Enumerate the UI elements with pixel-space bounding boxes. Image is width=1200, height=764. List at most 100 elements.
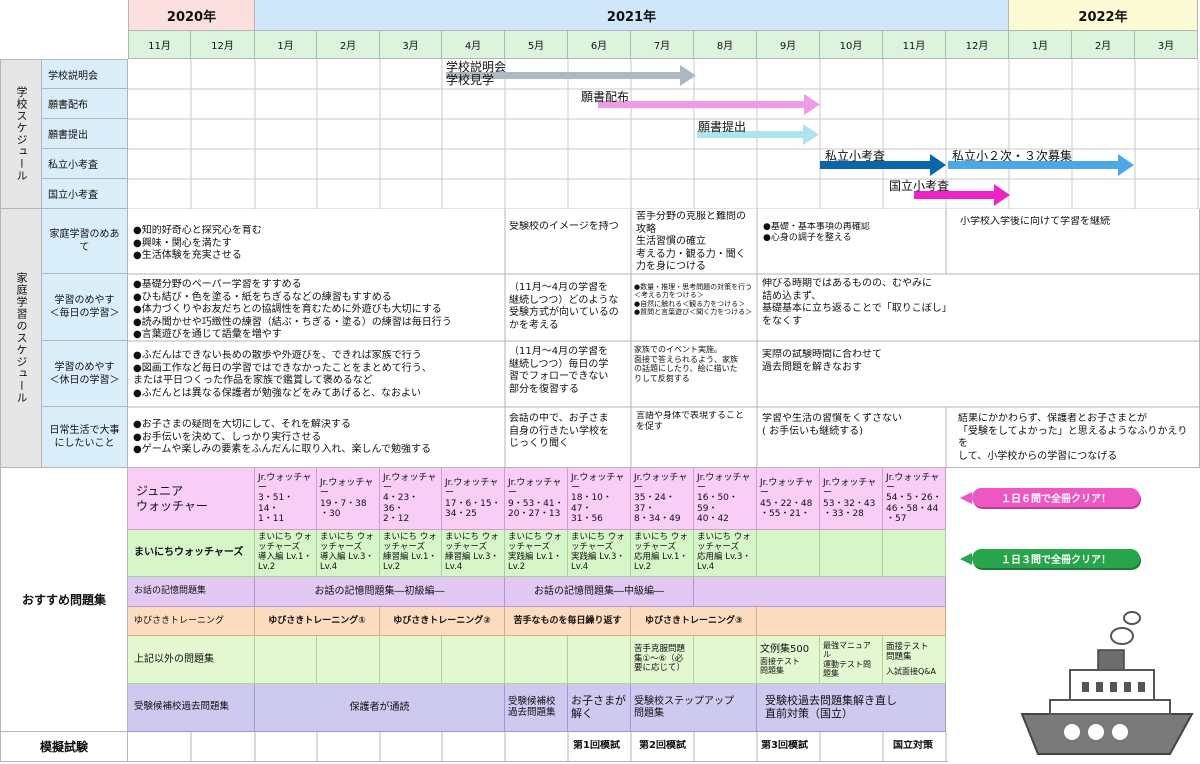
category-mock-exam: 模擬試験: [0, 732, 128, 762]
arrow-application-distribution: [598, 94, 820, 115]
other-books-interview-test-2: 面接テスト 問題集: [886, 642, 929, 662]
memory-books-empty: [694, 577, 946, 607]
junior-watcher-cell: Jr.ウォッチャー 19・7・38 ・30: [317, 468, 380, 530]
mainichi-watchers-empty: [883, 530, 946, 577]
other-books-phrase-collection: 文例集500: [760, 643, 810, 655]
daily-study-autumn: 伸びる時期ではあるものの、むやみに 詰め込まず、 基礎基本に立ち返ることで「取り…: [762, 278, 952, 327]
other-books-empty: [568, 636, 631, 684]
mock-grid-lines: [128, 732, 948, 762]
daily-study-early: ●基礎分野のペーパー学習をすすめる ●ひも結び・色を塗る・紙をちぎるなどの練習も…: [133, 279, 452, 340]
past-exam-child-solve: お子さまが 解く: [568, 684, 631, 732]
junior-watcher-label: ジュニア ウォッチャー: [128, 468, 255, 530]
row-label-daily-life: 日常生活で大事 にしたいこと: [42, 407, 128, 468]
mainichi-watchers-label: まいにちウォッチャーズ: [128, 530, 255, 577]
category-recommended-books-label: おすすめ問題集: [21, 593, 106, 607]
row-label-holiday-study: 学習のめやす ＜休日の学習＞: [42, 341, 128, 407]
junior-watcher-tip: １日６問で全冊クリア！: [960, 488, 1140, 507]
category-mock-exam-label: 模擬試験: [39, 740, 88, 754]
holiday-study-early: ●ふだんはできない長めの散歩や外遊びを、できれば家族で行う ●図画工作など毎日の…: [133, 350, 432, 399]
past-exam-candidate: 受験候補校 過去問題集: [505, 684, 568, 732]
arrow-label-national-exam: 国立小考査: [889, 179, 950, 193]
mock-exam-1: 第1回模試: [573, 740, 620, 751]
mainichi-watchers-tip: １日３問で全冊クリア！: [960, 549, 1140, 568]
arrow-label-school-briefing: 学校説明会 学校見学: [446, 60, 507, 88]
daily-life-early: ●お子さまの疑問を大切にして、それを解決する ●お手伝いを決めて、しっかり実行さ…: [133, 419, 432, 455]
mainichi-watchers-cell: まいにち ウォ ッチャーズ 導入編 Lv.1・ Lv.2: [255, 530, 317, 577]
other-books-interview-2: 面接テスト 問題集 入試面接Q&A: [883, 636, 946, 684]
mainichi-watchers-cell: まいにち ウォ ッチャーズ 練習編 Lv.3・ Lv.4: [442, 530, 505, 577]
mainichi-watchers-empty: [820, 530, 883, 577]
home-goals-after: 小学校入学後に向けて学習を継続: [960, 216, 1110, 227]
mock-exam-3: 第3回模試: [761, 740, 808, 751]
junior-watcher-cell: Jr.ウォッチャー 18・10・47・ 31・56: [568, 468, 631, 530]
other-books-empty: [255, 636, 317, 684]
category-recommended-books: おすすめ問題集: [0, 468, 128, 732]
mock-exam-2: 第2回模試: [639, 740, 686, 751]
other-books-empty: [317, 636, 380, 684]
home-goals-autumn: ●基礎・基本事項の再確認 ●心身の調子を整える: [763, 222, 870, 244]
past-exam-review: 受験校過去問題集解き直し 直前対策（国立）: [757, 684, 946, 732]
finger-training-1: ゆびさきトレーニング①: [255, 607, 380, 636]
schedule-grid: 2020年 2021年 2022年 11月 12月 1月 2月 3月 4月 5月…: [0, 0, 1200, 764]
other-books-empty: [442, 636, 505, 684]
daily-life-after: 結果にかかわらず、保護者とお子さまとが 「受験をしてよかった」と思えるようなふり…: [958, 413, 1188, 462]
mainichi-watchers-cell: まいにち ウォ ッチャーズ 実践編 Lv.3・ Lv.4: [568, 530, 631, 577]
other-books-empty: [505, 636, 568, 684]
memory-books-intermediate: お話の記憶問題集―中級編―: [505, 577, 694, 607]
memory-books-beginner: お話の記憶問題集―初級編―: [255, 577, 505, 607]
mainichi-watchers-empty: [757, 530, 820, 577]
finger-training-3: ゆびさきトレーニング③: [631, 607, 757, 636]
junior-watcher-cell: Jr.ウォッチャー 17・6・15・ 34・25: [442, 468, 505, 530]
row-label-daily-study: 学習のめやす ＜毎日の学習＞: [42, 274, 128, 341]
row-label-home-goals: 家庭学習のめあて: [42, 209, 128, 274]
junior-watcher-cell: Jr.ウォッチャー 45・22・48 ・55・21・: [757, 468, 820, 530]
home-goals-spring: 受験校のイメージを持つ: [509, 221, 619, 232]
finger-training-label: ゆびさきトレーニング: [128, 607, 255, 636]
arrow-label-application-distribution: 願書配布: [581, 90, 630, 104]
past-exam-label: 受験候補校過去問題集: [128, 684, 255, 732]
other-books-empty: [380, 636, 442, 684]
junior-watcher-cell: Jr.ウォッチャー 9・53・41・ 20・27・13: [505, 468, 568, 530]
memory-books-label: お話の記憶問題集: [128, 577, 255, 607]
junior-watcher-cell: Jr.ウォッチャー 3・51・14・ 1・11: [255, 468, 317, 530]
other-books-weakness: 苦手克服問題 集①～⑥（必 要に応じて）: [631, 636, 694, 684]
daily-life-spring: 会話の中で、お子さま 自身の行きたい学校を じっくり聞く: [509, 413, 609, 449]
daily-life-autumn: 学習や生活の習慣をくずさない ( お手伝いも継続する): [762, 413, 902, 437]
mainichi-watchers-tip-text: １日３問で全冊クリア！: [1001, 555, 1111, 566]
holiday-study-autumn: 実際の試験時間に合わせて 過去問題を解きなおす: [762, 349, 882, 373]
holiday-study-spring: （11月～4月の学習を 継続しつつ）毎日の学 習でフォローできない 部分を復習す…: [509, 346, 609, 395]
daily-study-spring: （11月～4月の学習を 継続しつつ）どのような 受験方式が向いているの かを考え…: [509, 282, 619, 331]
mock-exam-national: 国立対策: [893, 740, 933, 751]
other-books-manual: 最強マニュア ル 運動テスト問 題集: [820, 636, 883, 684]
junior-watcher-cell: Jr.ウォッチャー 16・50・59・ 40・42: [694, 468, 757, 530]
past-exam-parent-read: 保護者が通読: [255, 684, 505, 732]
finger-training-2: ゆびさきトレーニング②: [380, 607, 505, 636]
arrow-label-private-exam: 私立小考査: [825, 149, 886, 163]
junior-watcher-tip-text: １日６問で全冊クリア！: [1001, 494, 1111, 505]
other-books-interview: 文例集500 面接テスト 問題集: [757, 636, 820, 684]
other-books-empty: [694, 636, 757, 684]
arrow-label-application-submission: 願書提出: [698, 120, 747, 134]
daily-study-summer: ●数量・推理・思考問題の対策を行う ＜考える力をつける＞ ●自然に触れる＜観る力…: [634, 283, 753, 317]
finger-training-empty: [757, 607, 946, 636]
finger-training-repeat: 苦手なものを毎日繰り返す: [505, 607, 631, 636]
mainichi-watchers-cell: まいにち ウォ ッチャーズ 実践編 Lv.1・ Lv.2: [505, 530, 568, 577]
mainichi-watchers-cell: まいにち ウォ ッチャーズ 導入編 Lv.3・ Lv.4: [317, 530, 380, 577]
other-books-interview-test: 面接テスト 問題集: [760, 657, 800, 676]
mainichi-watchers-cell: まいにち ウォ ッチャーズ 応用編 Lv.3・ Lv.4: [694, 530, 757, 577]
home-goals-summer: 苦手分野の克服と難問の 攻略 生活習慣の確立 考える力・観る力・聞く 力を身につ…: [636, 211, 746, 272]
past-exam-stepup: 受験校ステップアップ 問題集: [631, 684, 757, 732]
arrow-label-private-second-round: 私立小２次・３次募集: [952, 149, 1073, 163]
daily-life-summer: 言語や身体で表現すること を促す: [636, 411, 745, 433]
junior-watcher-cell: Jr.ウォッチャー 54・5・26・ 46・58・44 ・57: [883, 468, 946, 530]
junior-watcher-cell: Jr.ウォッチャー 53・32・43 ・33・28: [820, 468, 883, 530]
pill-arrow-icon: [960, 553, 972, 565]
junior-watcher-cell: Jr.ウォッチャー 4・23・36・ 2・12: [380, 468, 442, 530]
home-goals-early: ●知的好奇心と探究心を育む ●興味・関心を満たす ●生活体験を充実させる: [133, 225, 262, 261]
other-books-interview-qa: 入試面接Q&A: [886, 666, 937, 676]
category-home-schedule: 家庭学習のスケジュール: [0, 209, 42, 468]
holiday-study-summer: 家族でのイベント実施。 面接で答えられるよう、家族 の話題にしたり、絵に描いた …: [634, 345, 738, 383]
mainichi-watchers-cell: まいにち ウォ ッチャーズ 応用編 Lv.1・ Lv.2: [631, 530, 694, 577]
other-books-label: 上記以外の問題集: [128, 636, 255, 684]
ship-icon: [1020, 611, 1194, 755]
